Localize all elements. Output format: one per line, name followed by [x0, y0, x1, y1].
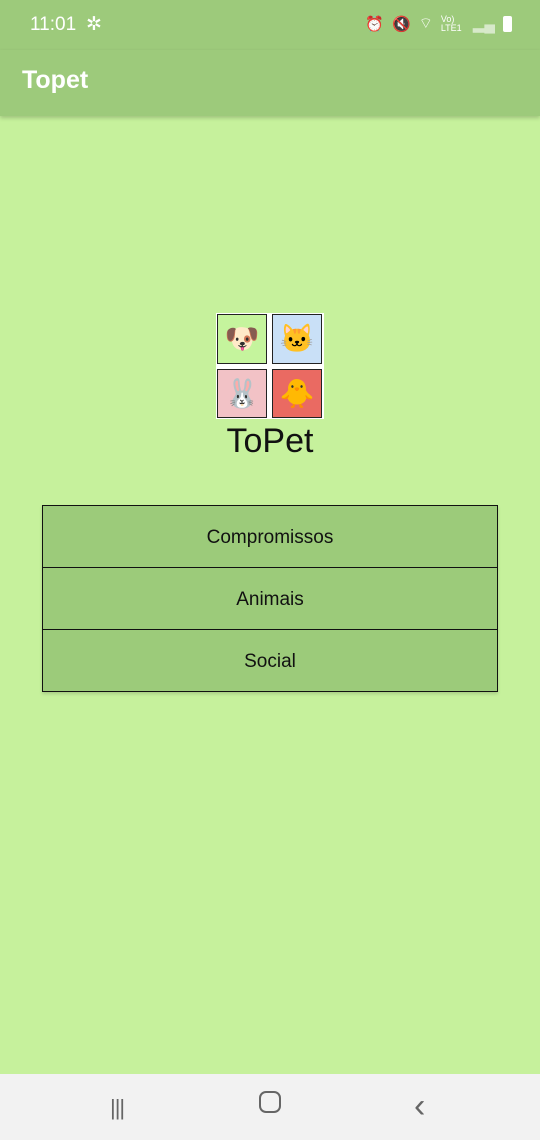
rabbit-icon: 🐰: [217, 368, 267, 418]
dog-icon: 🐶: [217, 314, 267, 364]
app-title: Topet: [22, 66, 89, 94]
mute-icon: 🔇: [392, 15, 411, 33]
volte-icon: Vo) LTE1: [440, 13, 462, 33]
navigation-bar: ||| ‹: [0, 1074, 540, 1140]
wifi-icon: ⌔: [418, 15, 433, 32]
cat-icon: 🐱: [272, 314, 322, 364]
social-button[interactable]: Social: [42, 629, 498, 692]
app-logo: 🐶 🐱 🐰 🐥: [216, 313, 324, 419]
battery-icon: [503, 15, 512, 32]
alarm-icon: ⏰: [365, 15, 385, 33]
recents-icon[interactable]: |||: [110, 1095, 125, 1121]
settings-icon: ✲: [86, 14, 102, 35]
status-time: 11:01: [30, 14, 77, 35]
chick-icon: 🐥: [272, 368, 322, 418]
brand-name: ToPet: [226, 422, 314, 460]
app-bar: Topet: [0, 50, 540, 116]
back-icon[interactable]: ‹: [414, 1087, 425, 1126]
signal-icon: ▂▄: [472, 15, 495, 33]
compromissos-button[interactable]: Compromissos: [42, 505, 498, 568]
main-menu: Compromissos Animais Social: [42, 505, 498, 692]
home-icon[interactable]: [259, 1091, 281, 1113]
status-bar: 11:01 ✲ ⏰ 🔇 ⌔ Vo) LTE1 ▂▄: [0, 0, 540, 50]
animais-button[interactable]: Animais: [42, 567, 498, 630]
